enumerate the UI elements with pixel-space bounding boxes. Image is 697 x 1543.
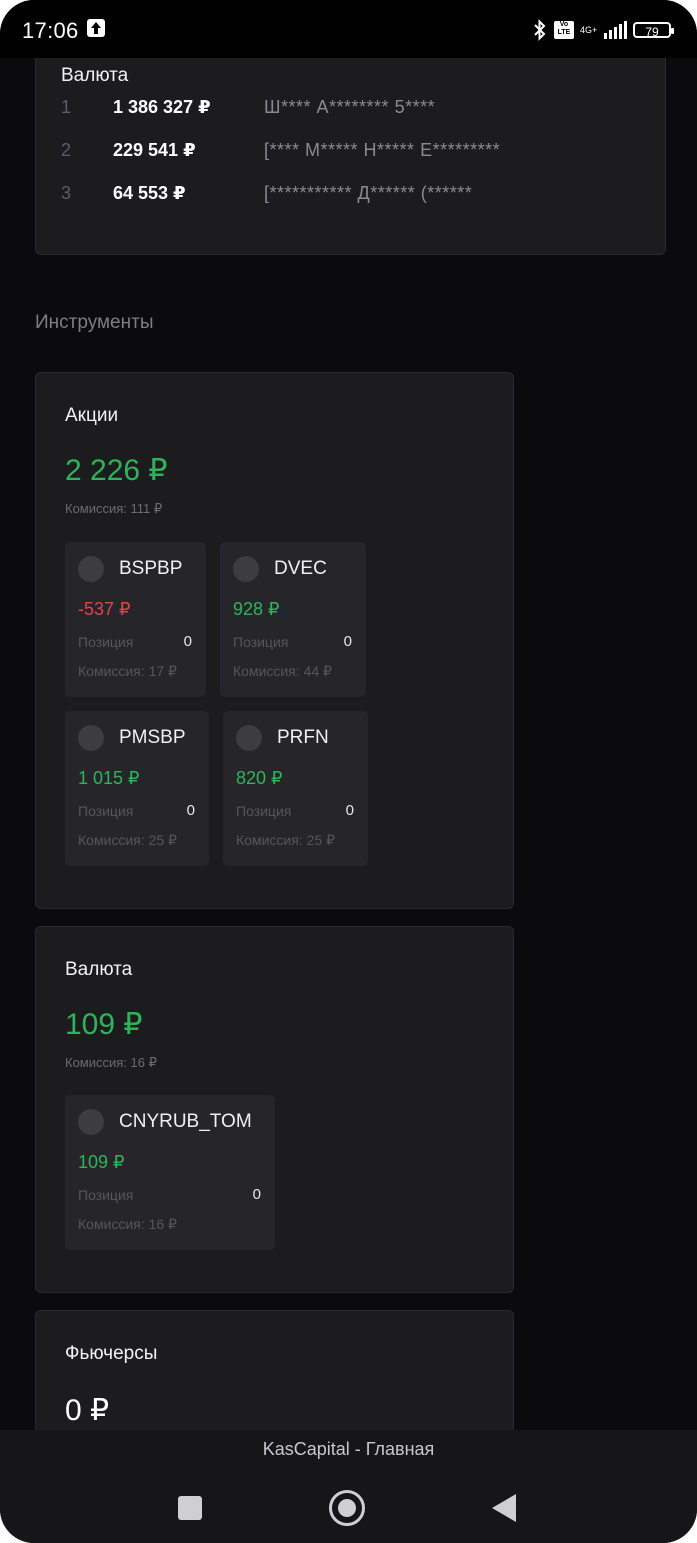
group-title: Валюта: [65, 959, 133, 980]
instrument-fee: Комиссия: 25 ₽: [236, 832, 335, 848]
back-icon[interactable]: [488, 1490, 524, 1526]
instrument-pnl: 928 ₽: [233, 599, 280, 619]
instrument-card-prfn[interactable]: PRFN 820 ₽ Позиция 0 Комиссия: 25 ₽: [223, 711, 368, 866]
bluetooth-icon: [534, 19, 546, 41]
instruments-section-title: Инструменты: [35, 312, 154, 333]
volte-icon: Vo LTE: [554, 21, 574, 39]
rank-user-name: [**** М***** Н***** Е*********: [264, 140, 501, 160]
currency-group-card: Валюта 109 ₽ Комиссия: 16 ₽ CNYRUB_TOM 1…: [35, 926, 514, 1293]
status-bar: 17:06 Vo LTE 4G+ 79: [0, 0, 697, 58]
home-icon[interactable]: [329, 1490, 365, 1526]
signal-strength-icon: [604, 21, 627, 39]
group-total: 0 ₽: [65, 1394, 110, 1427]
instrument-pnl: 109 ₽: [78, 1152, 125, 1172]
instrument-card-bspbp[interactable]: BSPBP -537 ₽ Позиция 0 Комиссия: 17 ₽: [65, 542, 206, 697]
instrument-logo-icon: [236, 725, 262, 751]
instrument-position-value: 0: [345, 802, 354, 819]
instrument-pnl: -537 ₽: [78, 599, 131, 619]
main-content[interactable]: Валюта 1 1 386 327 ₽ Ш**** А******** 5**…: [0, 58, 697, 1430]
instrument-name: PRFN: [277, 727, 329, 748]
instrument-fee: Комиссия: 17 ₽: [78, 663, 177, 679]
instrument-position-label: Позиция: [233, 634, 289, 650]
status-time: 17:06: [22, 18, 79, 43]
leaderboard-title: Валюта: [61, 65, 129, 86]
rank-number: 1: [61, 97, 72, 117]
instrument-name: CNYRUB_TOM: [119, 1111, 252, 1132]
instrument-pnl: 1 015 ₽: [78, 768, 140, 788]
group-title: Акции: [65, 405, 119, 426]
app-window-title: KasCapital - Главная: [262, 1439, 435, 1459]
rank-amount: 229 541 ₽: [113, 140, 196, 160]
instrument-position-label: Позиция: [78, 634, 134, 650]
instrument-position-label: Позиция: [236, 803, 292, 819]
rank-amount: 64 553 ₽: [113, 183, 186, 203]
instrument-card-cnyrub-tom[interactable]: CNYRUB_TOM 109 ₽ Позиция 0 Комиссия: 16 …: [65, 1095, 275, 1250]
stocks-group-card: Акции 2 226 ₽ Комиссия: 111 ₽ BSPBP -537…: [35, 372, 514, 909]
instrument-name: BSPBP: [119, 558, 183, 579]
group-total: 2 226 ₽: [65, 454, 168, 487]
group-title: Фьючерсы: [65, 1343, 158, 1364]
instrument-logo-icon: [78, 725, 104, 751]
network-type: 4G+: [580, 24, 598, 35]
group-total: 109 ₽: [65, 1008, 143, 1041]
rank-amount: 1 386 327 ₽: [113, 97, 211, 117]
instrument-position-value: 0: [186, 802, 195, 819]
upload-notification-icon: [87, 19, 105, 37]
battery-icon: 79: [633, 22, 674, 39]
instrument-pnl: 820 ₽: [236, 768, 283, 788]
leaderboard-row[interactable]: 1 1 386 327 ₽ Ш**** А******** 5****: [61, 97, 661, 123]
group-fee: Комиссия: 111 ₽: [65, 501, 163, 516]
instrument-position-value: 0: [252, 1186, 261, 1203]
instrument-position-value: 0: [183, 633, 192, 650]
instrument-card-dvec[interactable]: DVEC 928 ₽ Позиция 0 Комиссия: 44 ₽: [220, 542, 366, 697]
instrument-position-label: Позиция: [78, 1187, 134, 1203]
battery-level: 79: [645, 25, 659, 39]
bottom-bar: KasCapital - Главная: [0, 1430, 697, 1543]
instrument-fee: Комиссия: 25 ₽: [78, 832, 177, 848]
futures-group-card: Фьючерсы 0 ₽: [35, 1310, 514, 1430]
status-icons: Vo LTE 4G+ 79: [532, 17, 674, 43]
phone-screen: 17:06 Vo LTE 4G+ 79 Валюта 1 1 386 327 ₽ …: [0, 0, 697, 1543]
rank-user-name: [*********** Д****** (******: [264, 183, 473, 203]
instrument-logo-icon: [78, 556, 104, 582]
instrument-logo-icon: [233, 556, 259, 582]
instrument-name: PMSBP: [119, 727, 186, 748]
currency-leaderboard-card: Валюта 1 1 386 327 ₽ Ш**** А******** 5**…: [35, 58, 666, 255]
rank-number: 2: [61, 140, 72, 160]
leaderboard-row[interactable]: 3 64 553 ₽ [*********** Д****** (******: [61, 183, 661, 209]
leaderboard-row[interactable]: 2 229 541 ₽ [**** М***** Н***** Е*******…: [61, 140, 661, 166]
group-fee: Комиссия: 16 ₽: [65, 1055, 157, 1070]
instrument-position-label: Позиция: [78, 803, 134, 819]
rank-number: 3: [61, 183, 72, 203]
instrument-card-pmsbp[interactable]: PMSBP 1 015 ₽ Позиция 0 Комиссия: 25 ₽: [65, 711, 209, 866]
instrument-logo-icon: [78, 1109, 104, 1135]
instrument-fee: Комиссия: 16 ₽: [78, 1216, 177, 1232]
recent-apps-icon[interactable]: [172, 1490, 208, 1526]
instrument-fee: Комиссия: 44 ₽: [233, 663, 332, 679]
instrument-position-value: 0: [343, 633, 352, 650]
rank-user-name: Ш**** А******** 5****: [264, 97, 436, 117]
instrument-name: DVEC: [274, 558, 327, 579]
